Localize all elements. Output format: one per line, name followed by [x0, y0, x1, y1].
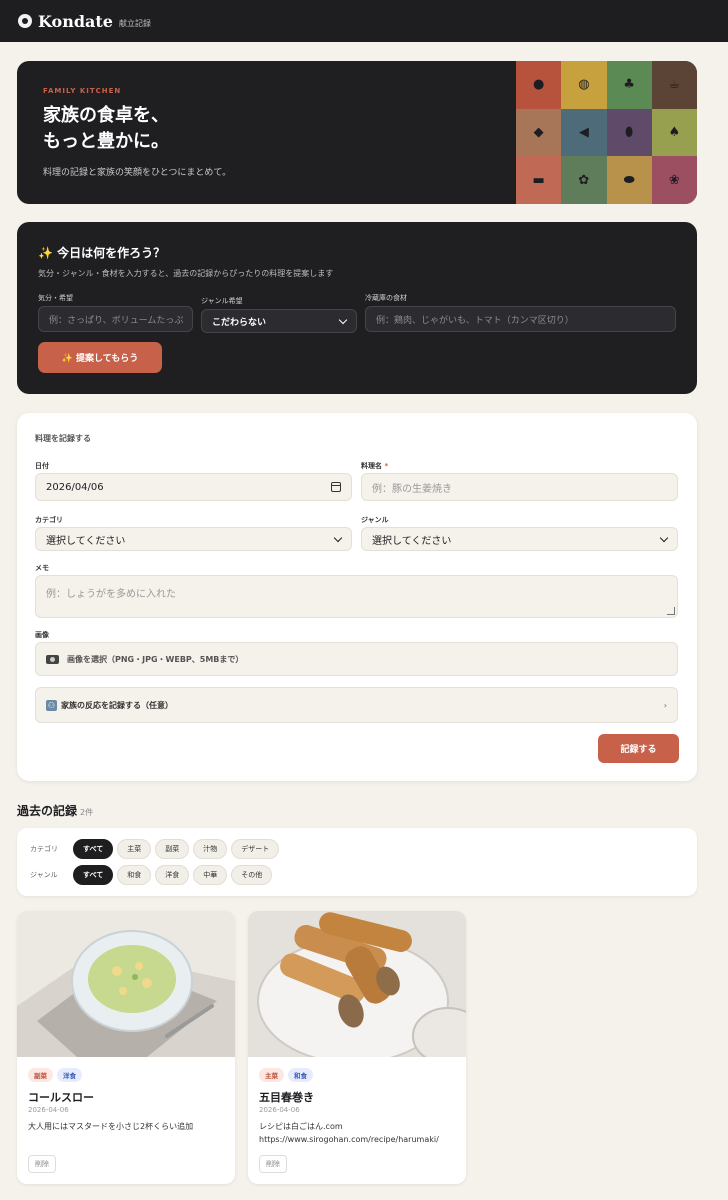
camera-icon: [46, 654, 59, 664]
dish-photo: [17, 911, 235, 1057]
genre-label: ジャンル: [361, 516, 389, 524]
eggplant-icon: ⬮: [606, 108, 652, 157]
dish-name: 五目春巻き: [259, 1091, 314, 1104]
hero-banner: FAMILY KITCHEN 家族の食卓を、 もっと豊かに。 料理の記録と家族の…: [17, 61, 697, 204]
frying-pan-icon: ◍: [561, 61, 607, 109]
history-title: 過去の記録 2件: [17, 804, 94, 818]
fridge-ingredients-input[interactable]: 例：鶏肉、じゃがいも、トマト（カンマ区切り）: [365, 306, 676, 332]
coffee-icon: ☕: [651, 61, 697, 109]
filter-panel: カテゴリ すべて 主菜 副菜 汁物 デザート ジャンル すべて 和食 洋食 中華…: [17, 828, 697, 896]
calendar-icon[interactable]: [331, 482, 341, 492]
genre-chip-chinese[interactable]: 中華: [193, 865, 228, 885]
record-card[interactable]: 副菜 洋食 コールスロー 2026-04-06 大人用にはマスタードを小さじ2杯…: [17, 911, 235, 1184]
category-chip-side[interactable]: 副菜: [155, 839, 190, 859]
date-input[interactable]: 2026/04/06: [35, 473, 352, 501]
leafy-vegetable-icon: ♣: [606, 61, 652, 109]
genre-tag: 洋食: [57, 1068, 82, 1082]
genre-chip-western[interactable]: 洋食: [155, 865, 190, 885]
broccoli-icon: ✿: [561, 156, 607, 204]
hero-title: 家族の食卓を、 もっと豊かに。: [43, 105, 169, 152]
suggestion-title: ✨ 今日は何を作ろう？: [38, 246, 166, 260]
sweet-potato-icon: ⬬: [606, 156, 652, 204]
record-card[interactable]: 主菜 和食 五目春巻き 2026-04-06 レシピは白ごはん.com http…: [248, 911, 466, 1184]
dish-name-input[interactable]: 例：豚の生姜焼き: [361, 473, 678, 501]
genre-preference-select[interactable]: こだわらない: [201, 309, 357, 333]
genre-preference-label: ジャンル希望: [201, 297, 243, 305]
record-memo: 大人用にはマスタードを小さじ2杯くらい追加: [28, 1122, 194, 1131]
family-reaction-toggle[interactable]: ⚇ 家族の反応を記録する（任意） ›: [35, 687, 678, 723]
chevron-down-icon: [333, 533, 343, 542]
category-tag: 副菜: [28, 1068, 53, 1082]
fridge-ingredients-label: 冷蔵庫の食材: [365, 294, 407, 302]
image-label: 画像: [35, 631, 49, 639]
dish-name: コールスロー: [28, 1091, 94, 1104]
app-title[interactable]: Kondate: [38, 12, 113, 31]
chevron-down-icon: [338, 315, 348, 324]
app-subtitle: 献立記録: [118, 18, 151, 28]
chevron-right-icon: ›: [663, 700, 667, 710]
history-count: 2件: [80, 808, 94, 817]
image-picker-button[interactable]: 画像を選択（PNG・JPG・WEBP、5MBまで）: [35, 642, 678, 676]
top-nav: Kondate 献立記録: [0, 0, 728, 42]
category-chip-all[interactable]: すべて: [73, 839, 114, 859]
chevron-down-icon: [659, 533, 669, 542]
record-date: 2026-04-06: [259, 1106, 300, 1114]
mood-label: 気分・希望: [38, 294, 73, 302]
dish-photo: [248, 911, 466, 1057]
hero-description: 料理の記録と家族の笑顔をひとつにまとめて。: [43, 168, 232, 178]
resize-handle-icon[interactable]: [667, 607, 675, 615]
genre-tag: 和食: [288, 1068, 313, 1082]
genre-select[interactable]: 選択してください: [361, 527, 678, 551]
sushi-icon: ▬: [516, 156, 562, 204]
genre-filter-row: ジャンル すべて 和食 洋食 中華 その他: [30, 865, 276, 885]
category-chip-main[interactable]: 主菜: [117, 839, 152, 859]
delete-button[interactable]: 削除: [259, 1155, 287, 1173]
memo-label: メモ: [35, 564, 49, 572]
dish-name-label: 料理名 *: [361, 462, 389, 470]
category-label: カテゴリ: [35, 516, 63, 524]
category-tag: 主菜: [259, 1068, 284, 1082]
submit-record-button[interactable]: 記録する: [598, 734, 679, 763]
delete-button[interactable]: 削除: [28, 1155, 56, 1173]
mood-input[interactable]: 例：さっぱり、ボリュームたっぷ: [38, 306, 193, 332]
category-chip-soup[interactable]: 汁物: [193, 839, 228, 859]
family-icon: ⚇: [46, 699, 57, 711]
food-tile-grid: ● ◍ ♣ ☕ ◆ ◀ ⬮ ♠ ▬ ✿ ⬬ ❀: [516, 61, 697, 204]
category-filter-label: カテゴリ: [30, 845, 58, 853]
record-form: 料理を記録する 日付 2026/04/06 料理名 * 例：豚の生姜焼き カテゴ…: [17, 413, 697, 781]
suggestion-panel: ✨ 今日は何を作ろう？ 気分・ジャンル・食材を入力すると、過去の記録からぴったり…: [17, 222, 697, 394]
genre-chip-japanese[interactable]: 和食: [117, 865, 152, 885]
genre-chip-other[interactable]: その他: [231, 865, 273, 885]
record-memo: レシピは白ごはん.com https://www.sirogohan.com/r…: [259, 1122, 439, 1144]
date-label: 日付: [35, 462, 49, 470]
genre-filter-label: ジャンル: [30, 871, 58, 879]
fish-icon: ◀: [561, 108, 607, 157]
suggestion-description: 気分・ジャンル・食材を入力すると、過去の記録からぴったりの料理を提案します: [38, 269, 334, 278]
category-select[interactable]: 選択してください: [35, 527, 352, 551]
form-title: 料理を記録する: [35, 434, 91, 443]
tomato-icon: ●: [516, 61, 562, 109]
category-chip-dessert[interactable]: デザート: [231, 839, 280, 859]
memo-textarea[interactable]: 例：しょうがを多めに入れた: [35, 575, 678, 618]
hero-eyebrow: FAMILY KITCHEN: [43, 87, 122, 95]
herb-icon: ♠: [651, 108, 697, 157]
suggest-button[interactable]: ✨ 提案してもらう: [38, 342, 162, 373]
category-filter-row: カテゴリ すべて 主菜 副菜 汁物 デザート: [30, 839, 283, 859]
record-date: 2026-04-06: [28, 1106, 69, 1114]
plate-icon: [18, 14, 32, 28]
meat-icon: ◆: [516, 108, 562, 157]
flower-icon: ❀: [651, 156, 697, 204]
genre-chip-all[interactable]: すべて: [73, 865, 114, 885]
